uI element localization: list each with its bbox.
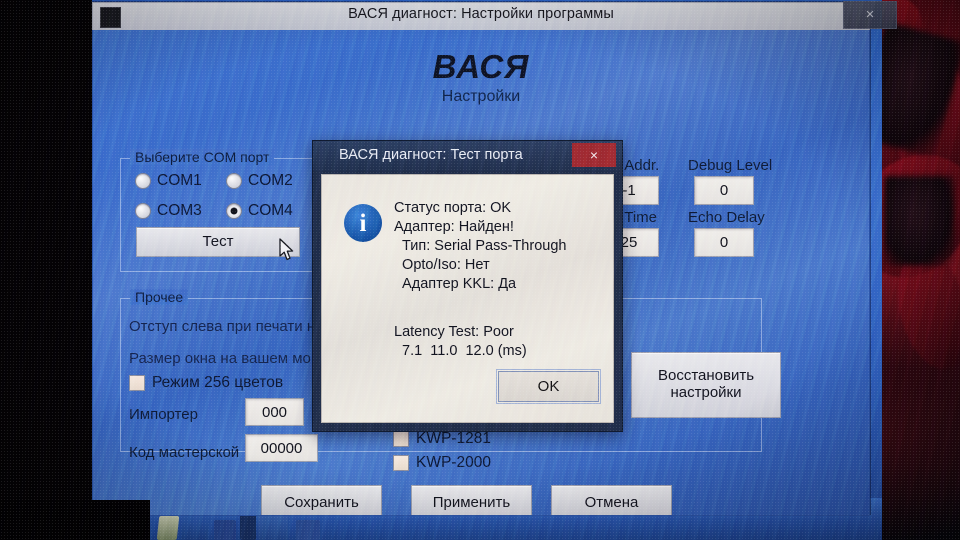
save-button[interactable]: Сохранить bbox=[261, 485, 382, 515]
debug-level-label: Debug Level bbox=[688, 157, 773, 174]
color-mode-checkbox[interactable]: Режим 256 цветов bbox=[129, 374, 283, 392]
dialog-latency-message: Latency Test: Poor 7.1 11.0 12.0 (ms) bbox=[394, 324, 527, 359]
brand-title: ВАСЯ bbox=[432, 48, 530, 85]
workshop-code-field[interactable]: 00000 bbox=[245, 434, 318, 462]
workshop-code-label: Код мастерской bbox=[129, 444, 240, 461]
checkbox-icon bbox=[393, 431, 409, 447]
dialog-message: Статус порта: OK Адаптер: Найден! Тип: S… bbox=[394, 200, 567, 292]
info-icon: i bbox=[344, 204, 382, 242]
desktop-icon[interactable] bbox=[258, 514, 288, 540]
dialog-title-bar[interactable]: ВАСЯ диагност: Тест порта × bbox=[313, 141, 622, 171]
decorative-dark-shape bbox=[884, 176, 954, 266]
screenshot-root: ВАСЯ диагност: Настройки программы × ВАС… bbox=[0, 0, 960, 540]
settings-window: ВАСЯ диагност: Настройки программы × ВАС… bbox=[92, 1, 897, 516]
radio-com1[interactable]: COM1 bbox=[135, 172, 202, 190]
radio-com3-label: COM3 bbox=[157, 202, 202, 219]
echo-delay-label: Echo Delay bbox=[688, 209, 765, 226]
photo-bottom-margin bbox=[0, 500, 150, 540]
radio-com1-label: COM1 bbox=[157, 172, 202, 189]
kwp2000-label: KWP-2000 bbox=[416, 454, 491, 471]
com-port-group-caption: Выберите COM порт bbox=[130, 149, 275, 165]
radio-com3[interactable]: COM3 bbox=[135, 202, 202, 220]
desktop-icon[interactable] bbox=[156, 516, 180, 540]
close-icon[interactable]: × bbox=[843, 1, 897, 29]
dialog-ok-button[interactable]: OK bbox=[496, 369, 601, 404]
desktop-icon[interactable] bbox=[182, 512, 208, 540]
window-size-label: Размер окна на вашем мо bbox=[129, 350, 311, 367]
radio-dot-icon bbox=[135, 173, 151, 189]
restore-settings-line1: Восстановить bbox=[657, 367, 755, 385]
checkbox-icon bbox=[393, 455, 409, 471]
photo-left-margin bbox=[0, 0, 92, 540]
radio-dot-selected-icon bbox=[226, 203, 242, 219]
desktop-icon[interactable] bbox=[296, 520, 320, 540]
window-title-bar[interactable]: ВАСЯ диагност: Настройки программы × bbox=[92, 1, 897, 30]
apply-button[interactable]: Применить bbox=[411, 485, 532, 515]
info-icon-glyph: i bbox=[359, 210, 367, 237]
importer-label: Импортер bbox=[129, 406, 198, 423]
echo-delay-field[interactable]: 0 bbox=[694, 228, 754, 257]
radio-dot-icon bbox=[226, 173, 242, 189]
cancel-button[interactable]: Отмена bbox=[551, 485, 672, 515]
desktop-icon[interactable] bbox=[214, 520, 236, 540]
brand-subtitle: Настройки bbox=[441, 88, 521, 105]
checkbox-icon bbox=[129, 375, 145, 391]
radio-com2-label: COM2 bbox=[248, 172, 293, 189]
color-mode-label: Режим 256 цветов bbox=[152, 374, 284, 391]
radio-dot-icon bbox=[135, 203, 151, 219]
misc-group-caption: Прочее bbox=[130, 289, 189, 305]
radio-com4-label: COM4 bbox=[248, 202, 293, 219]
window-title: ВАСЯ диагност: Настройки программы bbox=[348, 6, 614, 22]
kwp2000-checkbox[interactable]: KWP-2000 bbox=[393, 454, 491, 472]
importer-field[interactable]: 000 bbox=[245, 398, 304, 426]
kwp1281-checkbox[interactable]: KWP-1281 bbox=[393, 430, 491, 448]
port-test-dialog: ВАСЯ диагност: Тест порта × i Статус пор… bbox=[312, 140, 623, 432]
dialog-close-icon[interactable]: × bbox=[572, 143, 616, 167]
restore-settings-button[interactable]: Восстановить настройки bbox=[631, 352, 781, 418]
print-offset-label: Отступ слева при печати н bbox=[129, 318, 316, 335]
mouse-cursor bbox=[279, 238, 294, 261]
debug-level-field[interactable]: 0 bbox=[694, 176, 754, 205]
radio-com4[interactable]: COM4 bbox=[226, 202, 293, 220]
window-body: ВАСЯ Настройки Выберите COM порт COM1 CO… bbox=[92, 30, 870, 516]
restore-settings-line2: настройки bbox=[670, 384, 742, 401]
dialog-title: ВАСЯ диагност: Тест порта bbox=[339, 147, 523, 163]
brand-header: ВАСЯ Настройки bbox=[93, 48, 869, 106]
dialog-body: i Статус порта: OK Адаптер: Найден! Тип:… bbox=[321, 174, 614, 423]
kwp1281-label: KWP-1281 bbox=[416, 430, 491, 447]
test-button[interactable]: Тест bbox=[136, 227, 300, 257]
radio-com2[interactable]: COM2 bbox=[226, 172, 293, 190]
